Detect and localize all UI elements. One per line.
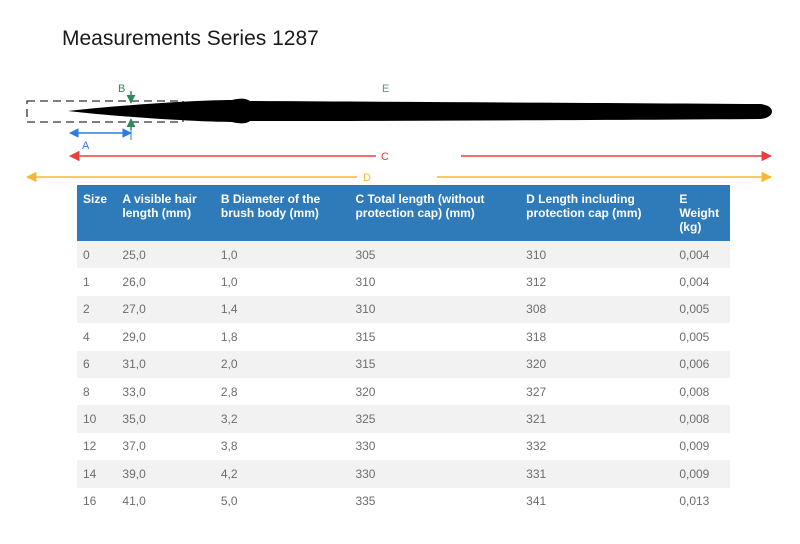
- size-cell: 0: [77, 241, 117, 269]
- length-with-cap-cell: 331: [520, 460, 674, 488]
- weight-cell: 0,005: [673, 295, 730, 324]
- diameter-cell: 5,0: [214, 487, 350, 515]
- size-cell: 6: [77, 350, 117, 378]
- column-header-size: Size: [77, 185, 117, 241]
- hair-length-cell: 33,0: [116, 377, 215, 406]
- dimension-e-label: E: [382, 83, 389, 95]
- weight-cell: 0,013: [673, 487, 730, 515]
- hair-length-cell: 35,0: [116, 405, 215, 433]
- diameter-cell: 1,0: [214, 241, 350, 269]
- hair-length-cell: 29,0: [116, 323, 215, 351]
- diameter-cell: 3,2: [214, 405, 350, 433]
- diameter-cell: 2,0: [214, 350, 350, 378]
- total-length-cell: 310: [349, 268, 521, 296]
- length-with-cap-cell: 341: [520, 487, 674, 515]
- hair-length-cell: 31,0: [116, 350, 215, 378]
- size-cell: 2: [77, 295, 117, 324]
- weight-cell: 0,004: [673, 241, 730, 269]
- measurements-table: Size A visible hair length (mm) B Diamet…: [77, 185, 730, 515]
- table-row: 0 25,0 1,0 305 310 0,004: [77, 241, 730, 269]
- total-length-cell: 335: [349, 487, 521, 515]
- table-header-row: Size A visible hair length (mm) B Diamet…: [77, 185, 730, 241]
- total-length-cell: 325: [349, 405, 521, 433]
- table-row: 12 37,0 3,8 330 332 0,009: [77, 432, 730, 461]
- diameter-cell: 1,4: [214, 295, 350, 324]
- diameter-cell: 1,8: [214, 323, 350, 351]
- length-with-cap-cell: 310: [520, 241, 674, 269]
- page-title: Measurements Series 1287: [62, 27, 319, 50]
- table-row: 2 27,0 1,4 310 308 0,005: [77, 295, 730, 324]
- weight-cell: 0,009: [673, 432, 730, 461]
- weight-cell: 0,008: [673, 405, 730, 433]
- length-with-cap-cell: 318: [520, 323, 674, 351]
- size-cell: 1: [77, 268, 117, 296]
- weight-cell: 0,005: [673, 323, 730, 351]
- hair-length-cell: 41,0: [116, 487, 215, 515]
- table-row: 6 31,0 2,0 315 320 0,006: [77, 350, 730, 378]
- length-with-cap-cell: 321: [520, 405, 674, 433]
- hair-length-cell: 39,0: [116, 460, 215, 488]
- total-length-cell: 320: [349, 377, 521, 406]
- total-length-cell: 315: [349, 350, 521, 378]
- dimension-a-label: A: [82, 140, 90, 152]
- diameter-cell: 3,8: [214, 432, 350, 461]
- size-cell: 14: [77, 460, 117, 488]
- column-header-weight: E Weight (kg): [673, 185, 730, 241]
- table-row: 14 39,0 4,2 330 331 0,009: [77, 460, 730, 488]
- dimension-b-label: B: [118, 83, 125, 95]
- column-header-length-with-cap: D Length including protection cap (mm): [520, 185, 674, 241]
- size-cell: 8: [77, 377, 117, 406]
- length-with-cap-cell: 320: [520, 350, 674, 378]
- size-cell: 10: [77, 405, 117, 433]
- diameter-cell: 1,0: [214, 268, 350, 296]
- table-row: 4 29,0 1,8 315 318 0,005: [77, 323, 730, 351]
- column-header-diameter: B Diameter of the brush body (mm): [214, 185, 350, 241]
- hair-length-cell: 25,0: [116, 241, 215, 269]
- size-cell: 4: [77, 323, 117, 351]
- length-with-cap-cell: 308: [520, 295, 674, 324]
- table-row: 1 26,0 1,0 310 312 0,004: [77, 268, 730, 296]
- dimension-c-label: C: [381, 151, 389, 163]
- brush-diagram: A B E C D: [25, 83, 773, 184]
- dimension-d-label: D: [363, 172, 371, 184]
- weight-cell: 0,004: [673, 268, 730, 296]
- total-length-cell: 305: [349, 241, 521, 269]
- table-row: 10 35,0 3,2 325 321 0,008: [77, 405, 730, 433]
- total-length-cell: 310: [349, 295, 521, 324]
- column-header-total-length: C Total length (without protection cap) …: [349, 185, 521, 241]
- weight-cell: 0,009: [673, 460, 730, 488]
- hair-length-cell: 37,0: [116, 432, 215, 461]
- total-length-cell: 330: [349, 432, 521, 461]
- table-row: 8 33,0 2,8 320 327 0,008: [77, 377, 730, 406]
- size-cell: 12: [77, 432, 117, 461]
- diameter-cell: 4,2: [214, 460, 350, 488]
- size-cell: 16: [77, 487, 117, 515]
- brush-silhouette: [68, 98, 772, 124]
- total-length-cell: 330: [349, 460, 521, 488]
- length-with-cap-cell: 332: [520, 432, 674, 461]
- hair-length-cell: 27,0: [116, 295, 215, 324]
- weight-cell: 0,008: [673, 377, 730, 406]
- column-header-hair-length: A visible hair length (mm): [116, 185, 215, 241]
- hair-length-cell: 26,0: [116, 268, 215, 296]
- weight-cell: 0,006: [673, 350, 730, 378]
- diameter-cell: 2,8: [214, 377, 350, 406]
- total-length-cell: 315: [349, 323, 521, 351]
- length-with-cap-cell: 327: [520, 377, 674, 406]
- table-row: 16 41,0 5,0 335 341 0,013: [77, 487, 730, 515]
- length-with-cap-cell: 312: [520, 268, 674, 296]
